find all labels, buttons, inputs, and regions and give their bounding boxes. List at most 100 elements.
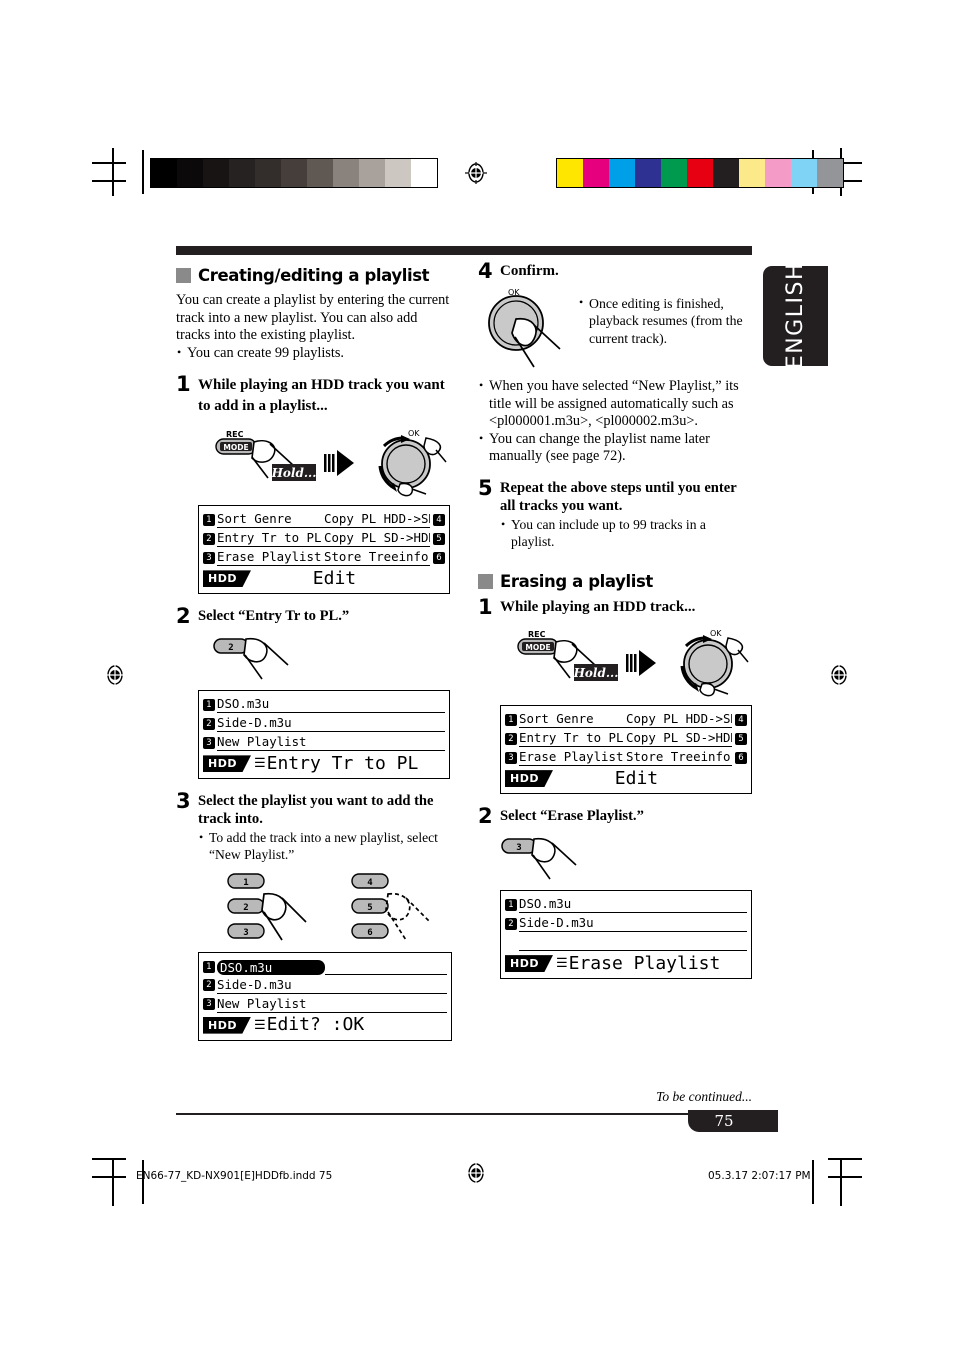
section-intro-text: You can create a playlist by entering th…	[176, 292, 450, 344]
footer-rule	[176, 1113, 752, 1115]
step-4-knob-and-note: OK Once editing is finished, playback re…	[478, 283, 752, 374]
section-title: Creating/editing a playlist	[198, 266, 430, 285]
lcd-display-erase-playlist: 1 DSO.m3u 2 Side-D.m3u HDD ☰ Erase Playl…	[500, 890, 752, 980]
lcd-row: 3 New Playlist	[203, 994, 447, 1013]
lcd-cell-left[interactable]: 2 Entry Tr to PL	[203, 530, 324, 548]
registration-mark	[104, 664, 126, 686]
crop-mark	[92, 1158, 126, 1160]
calibration-swatch	[713, 159, 739, 187]
lcd-row: 2 Side-D.m3u	[505, 913, 747, 933]
lcd-cell-left[interactable]: 3 New Playlist	[203, 996, 325, 1013]
manual-page: ENGLISH Creating/editing a playlist You …	[0, 0, 954, 1351]
crop-mark	[112, 148, 114, 196]
lcd-item-label: DSO.m3u	[217, 696, 324, 714]
illustration-knob-press: OK	[478, 283, 578, 374]
step-4-side-bullets: Once editing is finished, playback resum…	[578, 294, 752, 347]
registration-mark	[828, 664, 850, 686]
lcd-cell-left[interactable]: 1 DSO.m3u	[505, 896, 626, 914]
page-number-badge: 75	[688, 1110, 778, 1132]
lcd-item-label	[324, 734, 445, 752]
section-marker-square	[176, 268, 191, 283]
calibration-swatch	[307, 159, 333, 187]
lcd-item-badge: 2	[203, 979, 215, 992]
calibration-swatch	[583, 159, 609, 187]
lcd-cell-left[interactable]: 2 Side-D.m3u	[203, 977, 325, 994]
lcd-row: 2 Entry Tr to PL Copy PL SD->HDD 5	[203, 528, 445, 548]
step-title: Confirm.	[500, 263, 559, 279]
lcd-cell-right[interactable]: Store Treeinfo 6	[626, 749, 747, 767]
lcd-item-badge: 2	[505, 732, 517, 745]
lcd-cell-left[interactable]: 1 DSO.m3u	[203, 959, 325, 975]
frame-tick	[142, 150, 144, 194]
lcd-status-bar: HDD Edit	[501, 766, 751, 793]
lcd-item-badge: 1	[505, 713, 517, 726]
lcd-cell-left[interactable]: 1 Sort Genre	[203, 511, 324, 529]
step-bullets: To add the track into a new playlist, se…	[198, 829, 450, 863]
lcd-cell-left[interactable]: 2 Side-D.m3u	[505, 915, 626, 933]
lcd-cell-left[interactable]: 2 Entry Tr to PL	[505, 730, 626, 748]
lcd-item-badge: 6	[433, 551, 445, 564]
hdd-source-tag: HDD	[203, 1016, 251, 1034]
lcd-display-edit-menu: 1 Sort Genre Copy PL HDD->SD 4 2 Entry T…	[198, 505, 450, 595]
illustration-press-button-2: 2	[212, 635, 450, 687]
lcd-rows: 1 Sort Genre Copy PL HDD->SD 4 2 Entry T…	[199, 506, 449, 567]
rec-label: REC	[226, 430, 244, 439]
lcd-item-label	[626, 896, 747, 914]
lcd-cell-left[interactable]: 3 Erase Playlist	[505, 749, 626, 767]
calibration-swatch	[255, 159, 281, 187]
calibration-swatch	[229, 159, 255, 187]
illustration-press-button-3: 3	[500, 835, 752, 887]
lcd-cell-right	[324, 734, 445, 752]
lcd-cell-right	[626, 915, 747, 933]
lcd-item-label: Entry Tr to PL	[519, 730, 626, 748]
lcd-item-label: Entry Tr to PL	[217, 530, 324, 548]
lcd-cell-right[interactable]: Copy PL SD->HDD 5	[626, 730, 747, 748]
crop-mark	[112, 1158, 114, 1206]
lcd-screen-title: Edit? :OK	[266, 1014, 365, 1036]
lcd-item-badge: 1	[505, 898, 517, 911]
calibration-swatch	[661, 159, 687, 187]
crop-mark	[840, 1158, 842, 1206]
step-title: Select the playlist you want to add the …	[198, 793, 434, 828]
lcd-cell-right	[626, 896, 747, 914]
lcd-item-label: Sort Genre	[519, 711, 626, 729]
step-title: Select “Entry Tr to PL.”	[198, 608, 350, 625]
step-5: 5 Repeat the above steps until you enter…	[478, 477, 752, 550]
button-number-label: 3	[516, 843, 521, 853]
footer-filename: EN66-77_KD-NX901[E]HDDfb.indd 75	[136, 1170, 333, 1182]
lcd-screen-title: Edit	[614, 767, 659, 789]
lcd-cell-right[interactable]: Copy PL HDD->SD 4	[324, 511, 445, 529]
rec-label: REC	[528, 630, 546, 639]
lcd-cell-right	[324, 715, 445, 733]
lcd-cell-left[interactable]: 1 Sort Genre	[505, 711, 626, 729]
step-number: 2	[176, 604, 191, 629]
hold-label: Hold...	[573, 666, 619, 680]
lcd-cell-right[interactable]: Store Treeinfo 6	[324, 549, 445, 567]
step-title: While playing an HDD track...	[500, 599, 696, 616]
lcd-item-badge: 2	[203, 532, 215, 545]
lcd-cell-right[interactable]: Copy PL HDD->SD 4	[626, 711, 747, 729]
hold-label: Hold...	[271, 466, 317, 480]
list-item: Once editing is finished, playback resum…	[578, 294, 752, 347]
step-title: Select “Erase Playlist.”	[500, 808, 644, 825]
lcd-item-label: Copy PL HDD->SD	[324, 511, 430, 529]
hdd-source-tag: HDD	[203, 570, 251, 588]
lcd-cell-left[interactable]: 3 Erase Playlist	[203, 549, 324, 567]
illustration-preset-buttons: 1 2 3 4 5 6	[226, 872, 450, 946]
lcd-row: 1 DSO.m3u	[203, 694, 445, 714]
lcd-cell-left[interactable]: 1 DSO.m3u	[203, 696, 324, 714]
lcd-cell-right[interactable]: Copy PL SD->HDD 5	[324, 530, 445, 548]
lcd-cell-left[interactable]: 3 New Playlist	[203, 734, 324, 752]
calibration-swatch	[687, 159, 713, 187]
crop-mark	[828, 1176, 862, 1178]
list-item: To add the track into a new playlist, se…	[198, 829, 450, 863]
lcd-cell-left[interactable]: 2 Side-D.m3u	[203, 715, 324, 733]
list-icon: ☰	[555, 956, 568, 972]
lcd-item-badge: 1	[203, 698, 215, 711]
button-number-label: 2	[228, 643, 233, 653]
lcd-item-label	[626, 915, 747, 933]
lcd-item-label: DSO.m3u	[519, 896, 626, 914]
lcd-item-badge: 3	[203, 736, 215, 749]
lcd-item-badge: 3	[505, 751, 517, 764]
button-2-label: 2	[243, 903, 248, 913]
